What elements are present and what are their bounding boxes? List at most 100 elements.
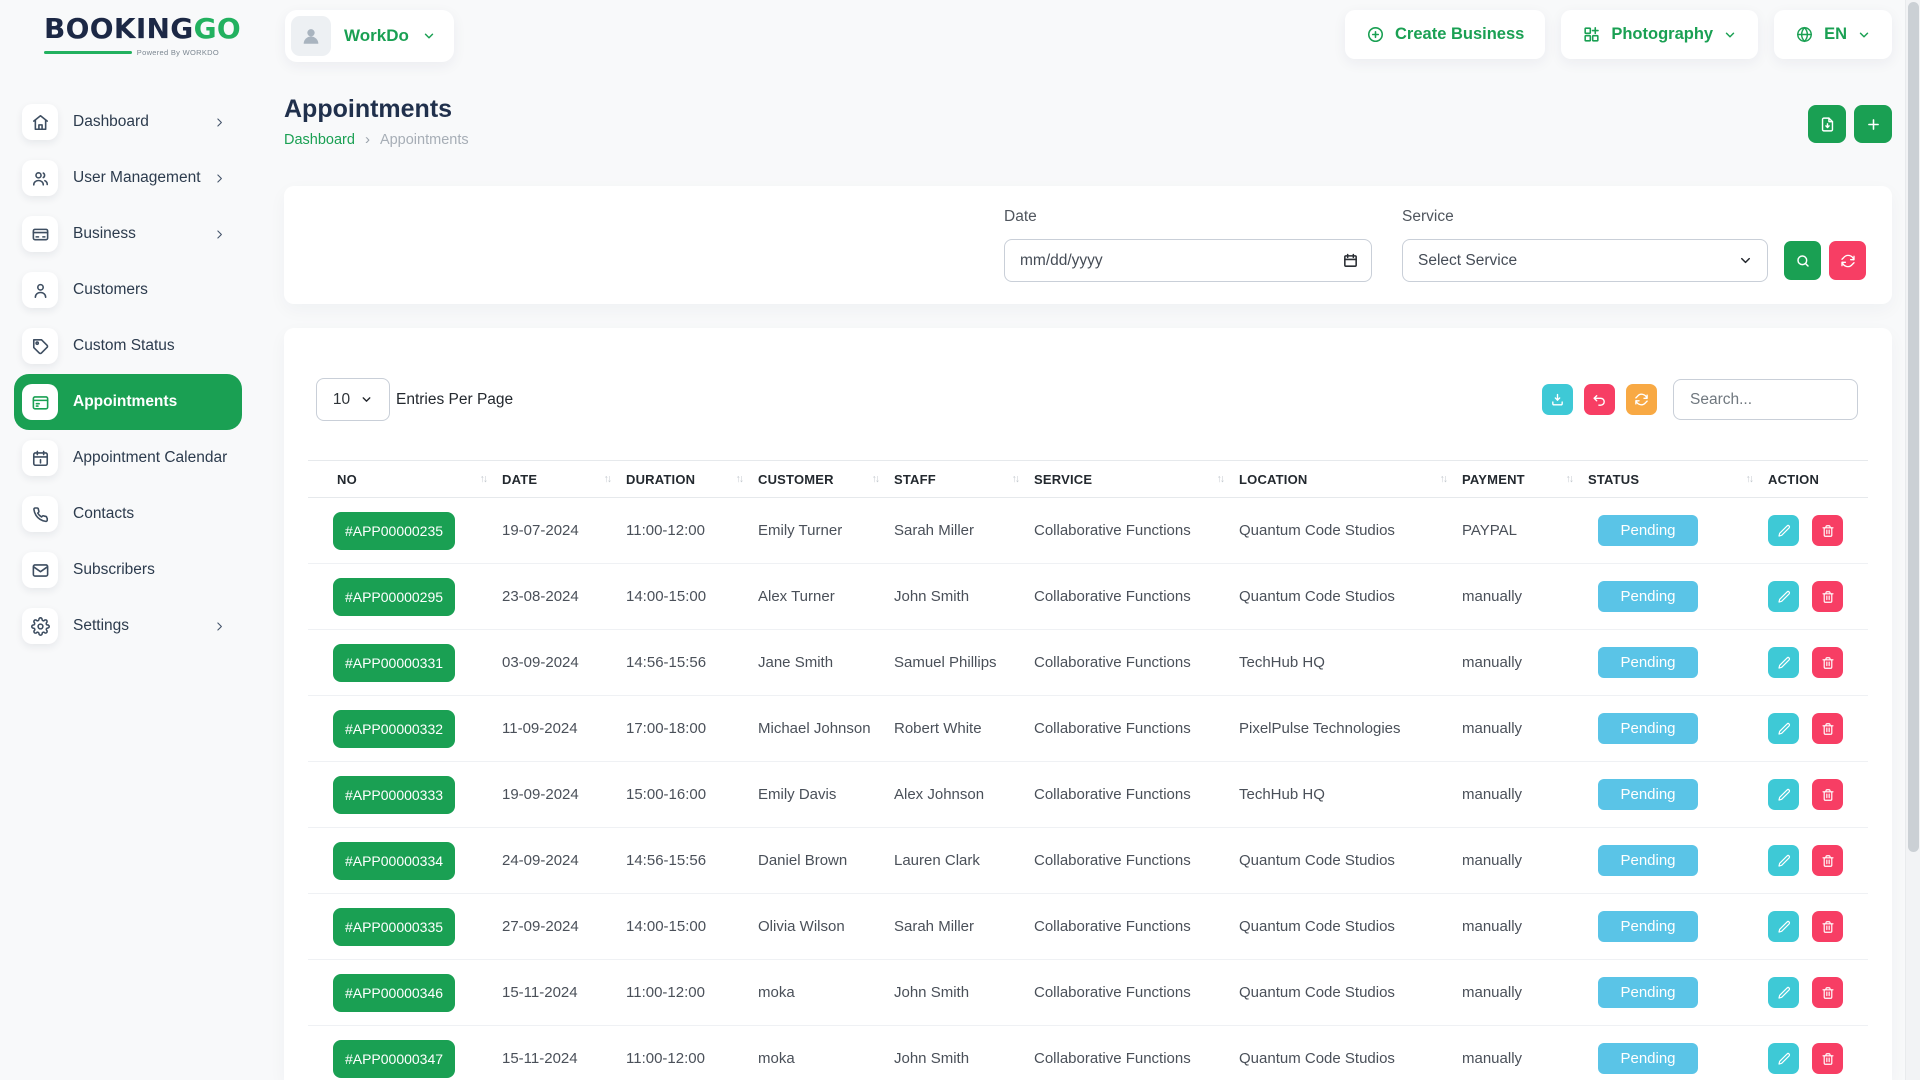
edit-button[interactable] bbox=[1768, 1043, 1799, 1074]
delete-button[interactable] bbox=[1812, 779, 1843, 810]
business-icon bbox=[22, 216, 58, 252]
sidebar-item-dashboard[interactable]: Dashboard bbox=[14, 94, 242, 150]
sort-icon[interactable]: ↑↓ bbox=[736, 473, 743, 485]
delete-button[interactable] bbox=[1812, 647, 1843, 678]
cell-customer: Alex Turner bbox=[758, 588, 894, 605]
service-label: Service bbox=[1402, 208, 1454, 226]
sort-icon[interactable]: ↑↓ bbox=[480, 473, 487, 485]
appointment-no-badge[interactable]: #APP00000235 bbox=[333, 512, 455, 550]
appointment-no-badge[interactable]: #APP00000335 bbox=[333, 908, 455, 946]
edit-button[interactable] bbox=[1768, 647, 1799, 678]
cell-payment: manually bbox=[1462, 654, 1588, 671]
cell-status: Pending bbox=[1588, 845, 1768, 876]
file-export-icon bbox=[1819, 116, 1836, 133]
pencil-icon bbox=[1777, 920, 1791, 934]
column-header-service[interactable]: SERVICE↑↓ bbox=[1034, 472, 1239, 487]
edit-button[interactable] bbox=[1768, 779, 1799, 810]
table-search-input[interactable] bbox=[1673, 379, 1858, 420]
logo: BOOKINGGO Powered By WORKDO bbox=[44, 15, 219, 57]
sort-icon[interactable]: ↑↓ bbox=[604, 473, 611, 485]
sort-icon[interactable]: ↑↓ bbox=[1440, 473, 1447, 485]
edit-button[interactable] bbox=[1768, 581, 1799, 612]
filter-search-button[interactable] bbox=[1784, 241, 1821, 280]
sidebar-item-subscribers[interactable]: Subscribers bbox=[14, 542, 242, 598]
breadcrumb: Dashboard › Appointments bbox=[284, 131, 469, 148]
column-header-location[interactable]: LOCATION↑↓ bbox=[1239, 472, 1462, 487]
logo-text: BOOKINGGO bbox=[44, 15, 219, 43]
language-dropdown[interactable]: EN bbox=[1774, 10, 1892, 59]
delete-button[interactable] bbox=[1812, 977, 1843, 1008]
appointment-no-badge[interactable]: #APP00000347 bbox=[333, 1040, 455, 1078]
appointment-no-badge[interactable]: #APP00000333 bbox=[333, 776, 455, 814]
edit-button[interactable] bbox=[1768, 977, 1799, 1008]
trash-icon bbox=[1821, 920, 1835, 934]
sidebar-item-appointments[interactable]: Appointments bbox=[14, 374, 242, 430]
service-select[interactable]: Select Service bbox=[1402, 239, 1768, 282]
column-header-duration[interactable]: DURATION↑↓ bbox=[626, 472, 758, 487]
appointment-no-badge[interactable]: #APP00000331 bbox=[333, 644, 455, 682]
create-business-button[interactable]: Create Business bbox=[1345, 10, 1545, 59]
sidebar-item-custom-status[interactable]: Custom Status bbox=[14, 318, 242, 374]
column-header-no[interactable]: NO↑↓ bbox=[308, 472, 502, 487]
cell-customer: Emily Davis bbox=[758, 786, 894, 803]
delete-button[interactable] bbox=[1812, 1043, 1843, 1074]
sidebar-item-customers[interactable]: Customers bbox=[14, 262, 242, 318]
scrollbar-thumb[interactable] bbox=[1908, 2, 1919, 852]
breadcrumb-dashboard-link[interactable]: Dashboard bbox=[284, 132, 355, 148]
filter-reset-button[interactable] bbox=[1829, 241, 1866, 280]
sidebar-item-user-management[interactable]: User Management bbox=[14, 150, 242, 206]
column-header-date[interactable]: DATE↑↓ bbox=[502, 472, 626, 487]
page-title: Appointments bbox=[284, 95, 452, 124]
pencil-icon bbox=[1777, 722, 1791, 736]
cell-actions bbox=[1768, 845, 1868, 876]
column-header-customer[interactable]: CUSTOMER↑↓ bbox=[758, 472, 894, 487]
scrollbar[interactable] bbox=[1905, 0, 1920, 1080]
calendar-picker-icon[interactable] bbox=[1342, 252, 1359, 269]
appointment-no-badge[interactable]: #APP00000334 bbox=[333, 842, 455, 880]
column-header-action[interactable]: ACTION bbox=[1768, 472, 1868, 487]
trash-icon bbox=[1821, 788, 1835, 802]
undo-button[interactable] bbox=[1584, 384, 1615, 415]
date-input[interactable] bbox=[1004, 239, 1372, 282]
sort-icon[interactable]: ↑↓ bbox=[872, 473, 879, 485]
appointment-no-badge[interactable]: #APP00000346 bbox=[333, 974, 455, 1012]
delete-button[interactable] bbox=[1812, 911, 1843, 942]
entries-per-page-select[interactable]: 10 bbox=[316, 378, 390, 421]
sidebar-item-settings[interactable]: Settings bbox=[14, 598, 242, 654]
edit-button[interactable] bbox=[1768, 845, 1799, 876]
sidebar-item-business[interactable]: Business bbox=[14, 206, 242, 262]
sidebar-item-appointment-calendar[interactable]: Appointment Calendar bbox=[14, 430, 242, 486]
cell-service: Collaborative Functions bbox=[1034, 984, 1239, 1001]
edit-button[interactable] bbox=[1768, 515, 1799, 546]
delete-button[interactable] bbox=[1812, 581, 1843, 612]
cell-staff: Alex Johnson bbox=[894, 786, 1034, 803]
appointment-no-badge[interactable]: #APP00000332 bbox=[333, 710, 455, 748]
edit-button[interactable] bbox=[1768, 713, 1799, 744]
column-header-payment[interactable]: PAYMENT↑↓ bbox=[1462, 472, 1588, 487]
filter-card: Date Service Select Service bbox=[284, 186, 1892, 304]
table-body: #APP00000235 19-07-2024 11:00-12:00 Emil… bbox=[308, 498, 1868, 1080]
home-icon bbox=[22, 104, 58, 140]
export-button[interactable] bbox=[1808, 105, 1846, 143]
delete-button[interactable] bbox=[1812, 515, 1843, 546]
workspace-switcher[interactable]: WorkDo bbox=[285, 10, 454, 62]
topbar: BOOKINGGO Powered By WORKDO WorkDo Creat… bbox=[0, 0, 1920, 72]
business-type-dropdown[interactable]: Photography bbox=[1561, 10, 1758, 59]
sort-icon[interactable]: ↑↓ bbox=[1217, 473, 1224, 485]
cell-location: TechHub HQ bbox=[1239, 654, 1462, 671]
column-header-status[interactable]: STATUS↑↓ bbox=[1588, 472, 1768, 487]
sort-icon[interactable]: ↑↓ bbox=[1746, 473, 1753, 485]
sort-icon[interactable]: ↑↓ bbox=[1012, 473, 1019, 485]
refresh-button[interactable] bbox=[1626, 384, 1657, 415]
sidebar-item-contacts[interactable]: Contacts bbox=[14, 486, 242, 542]
appointment-icon bbox=[22, 384, 58, 420]
download-button[interactable] bbox=[1542, 384, 1573, 415]
appointment-no-badge[interactable]: #APP00000295 bbox=[333, 578, 455, 616]
delete-button[interactable] bbox=[1812, 845, 1843, 876]
edit-button[interactable] bbox=[1768, 911, 1799, 942]
powered-by: Powered By WORKDO bbox=[137, 48, 219, 57]
delete-button[interactable] bbox=[1812, 713, 1843, 744]
sort-icon[interactable]: ↑↓ bbox=[1566, 473, 1573, 485]
add-appointment-button[interactable] bbox=[1854, 105, 1892, 143]
column-header-staff[interactable]: STAFF↑↓ bbox=[894, 472, 1034, 487]
